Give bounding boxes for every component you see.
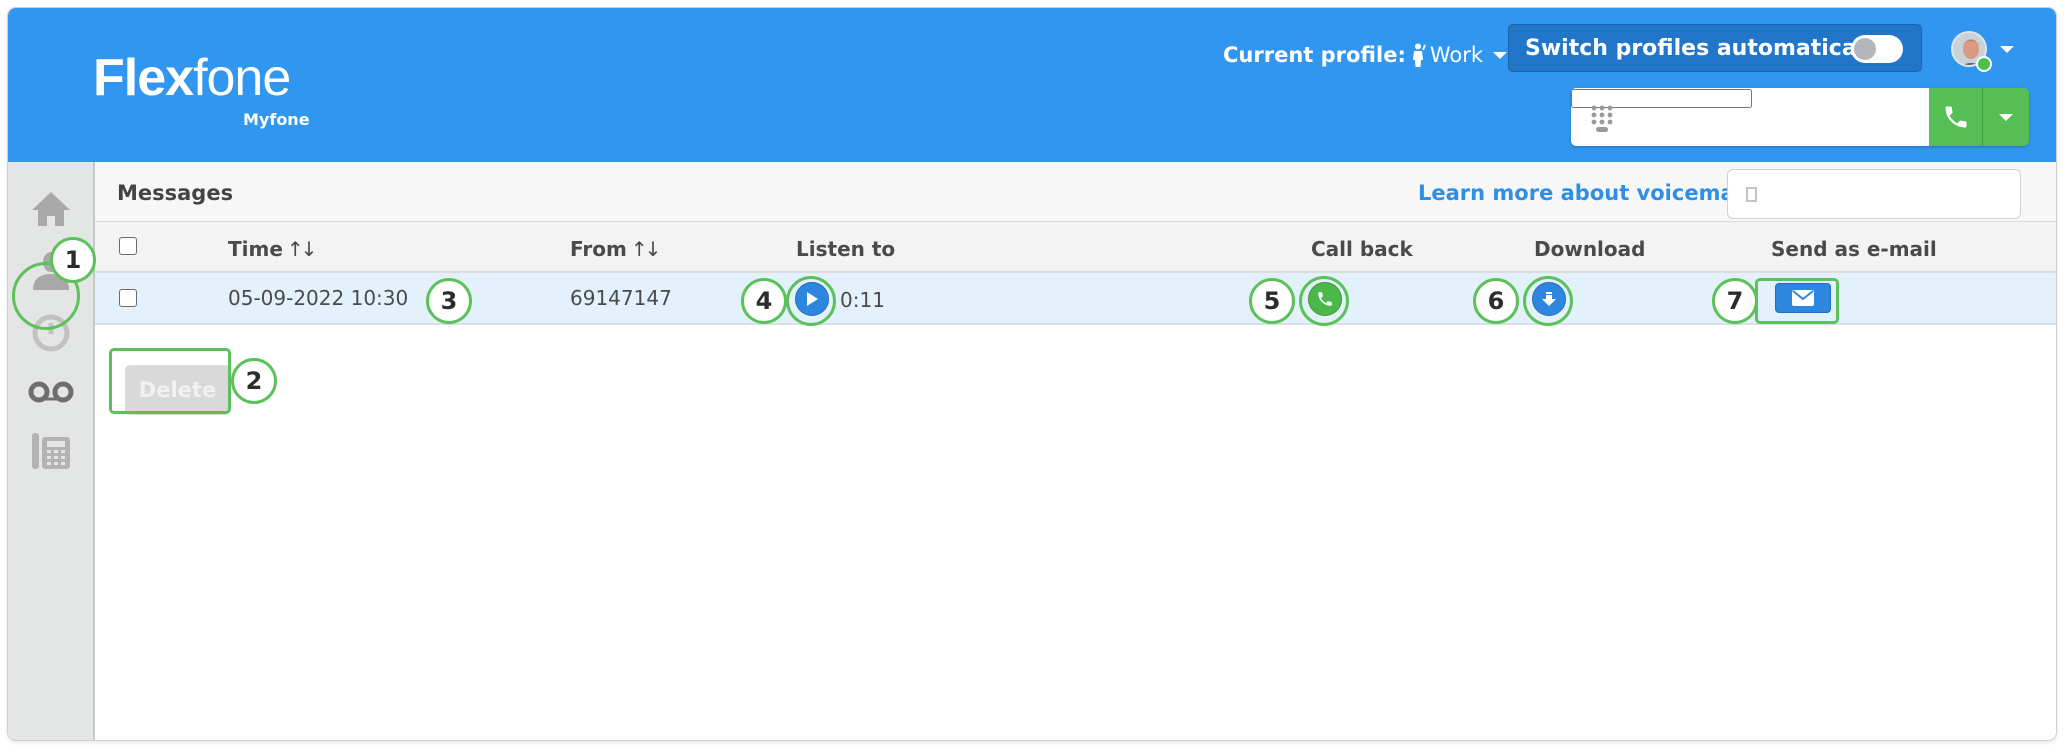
voicemail-icon [28,381,74,403]
chevron-down-icon[interactable] [2000,46,2014,53]
switch-profiles-label: Switch profiles automatically [1525,35,1887,61]
sort-icon: ↑↓ [630,237,661,261]
column-from-label: From [570,237,627,261]
message-duration: 0:11 [840,288,885,312]
brand-thin: fone [193,49,291,107]
column-call-back: Call back [1311,237,1413,261]
call-options-dropdown[interactable] [1982,88,2029,146]
callout-4: 4 [741,278,787,324]
search-field[interactable] [1727,169,2021,219]
current-profile-value: Work [1429,43,1484,67]
messages-panel: Messages Learn more about voicemail Time… [95,162,2056,740]
messages-toolbar: Messages Learn more about voicemail [95,162,2056,222]
sort-icon: ↑↓ [286,237,317,261]
column-from[interactable]: From ↑↓ [570,237,661,261]
select-all-checkbox[interactable] [119,237,137,255]
callout-ring-download [1523,276,1573,326]
column-listen: Listen to [796,237,896,261]
toggle-knob [1854,38,1876,60]
callout-3: 3 [426,278,472,324]
callout-2: 2 [231,358,277,404]
column-send-email: Send as e-mail [1771,237,1937,261]
page-title: Messages [117,181,234,205]
table-header: Time ↑↓ From ↑↓ Listen to Call back Downlo… [95,222,2056,273]
dial-field [1571,88,1936,146]
search-input[interactable] [1768,178,2008,210]
callout-6: 6 [1473,278,1519,324]
chevron-down-icon [1999,113,2013,121]
callout-7: 7 [1712,278,1758,324]
top-header: Flexfone Myfone Current profile: Work Sw… [8,8,2056,162]
sub-brand: Myfone [243,110,310,129]
phone-icon [1945,106,1966,128]
sidebar-item-voicemail[interactable] [28,369,74,415]
online-status-dot [1976,56,1992,72]
callout-box-delete [109,348,231,414]
chevron-down-icon [1493,51,1508,59]
home-icon [32,192,70,226]
call-button[interactable] [1929,88,1982,146]
current-profile-selector[interactable]: Current profile: Work [1223,38,1508,72]
flexfone-logo[interactable]: Flexfone Myfone [93,48,310,129]
callout-ring-play [786,276,836,326]
column-time[interactable]: Time ↑↓ [228,237,317,261]
switch-profiles-automatically: Switch profiles automatically [1508,24,1922,72]
column-time-label: Time [228,237,283,261]
dialer [1571,88,2029,146]
message-from: 69147147 [570,286,672,310]
callout-1: 1 [50,237,96,283]
column-download: Download [1534,237,1646,261]
row-checkbox[interactable] [119,289,137,307]
message-time: 05-09-2022 10:30 [228,286,409,310]
callout-5: 5 [1249,278,1295,324]
brand-wordmark: Flexfone [93,48,291,108]
app-window: Flexfone Myfone Current profile: Work Sw… [8,8,2056,740]
search-icon [1746,187,1757,202]
sidebar-item-phones[interactable] [28,428,74,474]
current-profile-label: Current profile: [1223,43,1406,67]
learn-more-link[interactable]: Learn more about voicemail [1418,181,1749,205]
callout-box-email [1755,278,1839,324]
person-icon [1412,43,1426,67]
sidebar-item-home[interactable] [28,186,74,232]
desk-phone-icon [32,433,70,469]
switch-profiles-toggle[interactable] [1851,35,1903,63]
keypad-icon[interactable] [1589,104,1615,134]
brand-bold: Flex [93,49,194,107]
callout-ring-call-back [1299,276,1349,326]
